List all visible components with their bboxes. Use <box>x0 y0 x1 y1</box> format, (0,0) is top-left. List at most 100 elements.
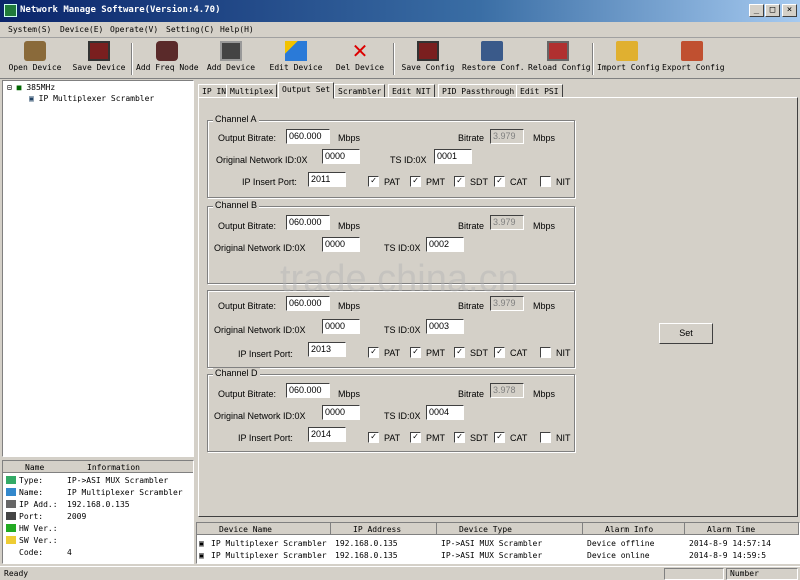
cat-checkbox[interactable]: ✓ <box>494 347 505 358</box>
title-bar: Network Manage Software(Version:4.70) _ … <box>0 0 800 22</box>
ip-insert-port-input[interactable]: 2013 <box>308 342 346 357</box>
original-network-id-input[interactable]: 0000 <box>322 405 360 420</box>
output-bitrate-input[interactable]: 060.000 <box>286 215 330 230</box>
minimize-button[interactable]: _ <box>749 4 764 17</box>
alarm-list: Device Name IP Address Device Type Alarm… <box>196 522 800 564</box>
nit-checkbox[interactable] <box>540 347 551 358</box>
original-network-id-input[interactable]: 0000 <box>322 319 360 334</box>
save-config-button[interactable]: Save Config <box>400 40 456 78</box>
original-network-id-label: Original Network ID:0X <box>214 411 306 421</box>
set-button[interactable]: Set <box>659 323 713 344</box>
mbps-label: Mbps <box>338 301 361 311</box>
cat-checkbox[interactable]: ✓ <box>494 432 505 443</box>
tab-output-set[interactable]: Output Set <box>278 82 335 99</box>
pat-checkbox[interactable]: ✓ <box>368 176 379 187</box>
menu-system[interactable]: System(S) <box>8 25 51 34</box>
bitrate-readout: 3.979 <box>490 215 524 230</box>
ip-insert-port-input[interactable]: 2011 <box>308 172 346 187</box>
ts-id-input[interactable]: 0004 <box>426 405 464 420</box>
pmt-checkbox[interactable]: ✓ <box>410 432 421 443</box>
tab-pid-passthrough[interactable]: PID Passthrough <box>438 84 519 98</box>
ts-id-label: TS ID:0X <box>390 155 427 165</box>
add-device-button[interactable]: Add Device <box>204 40 258 78</box>
col-alarm-info[interactable]: Alarm Info <box>583 523 685 535</box>
tab-multiplex[interactable]: Multiplex <box>226 84 278 98</box>
cat-label: CAT <box>510 177 528 187</box>
sdt-label: SDT <box>470 433 488 443</box>
restore-config-icon <box>481 41 503 61</box>
cat-checkbox[interactable]: ✓ <box>494 176 505 187</box>
device-info-panel: Name Information Type: IP->ASI MUX Scramb… <box>2 460 194 564</box>
save-device-button[interactable]: Save Device <box>72 40 126 78</box>
expand-icon[interactable]: ⊟ <box>7 83 12 92</box>
pmt-checkbox[interactable]: ✓ <box>410 176 421 187</box>
pat-label: PAT <box>384 177 401 187</box>
pmt-checkbox[interactable]: ✓ <box>410 347 421 358</box>
output-bitrate-input[interactable]: 060.000 <box>286 383 330 398</box>
pat-checkbox[interactable]: ✓ <box>368 347 379 358</box>
original-network-id-input[interactable]: 0000 <box>322 237 360 252</box>
channel-a-group: Channel A Output Bitrate: 060.000 Mbps B… <box>207 114 575 198</box>
bitrate-readout: 3.978 <box>490 383 524 398</box>
mbps-label: Mbps <box>533 389 556 399</box>
menu-setting[interactable]: Setting(C) <box>166 25 214 34</box>
mbps-label: Mbps <box>533 301 556 311</box>
ts-id-input[interactable]: 0001 <box>434 149 472 164</box>
export-config-button[interactable]: Export Config <box>662 40 725 78</box>
open-device-button[interactable]: Open Device <box>6 40 64 78</box>
col-alarm-time[interactable]: Alarm Time <box>685 523 799 535</box>
ts-id-input[interactable]: 0003 <box>426 319 464 334</box>
menu-operate[interactable]: Operate(V) <box>110 25 158 34</box>
tree-node-device[interactable]: ▣ IP Multiplexer Scrambler <box>29 94 154 103</box>
restore-config-button[interactable]: Restore Conf. <box>462 40 525 78</box>
menu-help[interactable]: Help(H) <box>220 25 254 34</box>
table-row[interactable]: ▣ IP Multiplexer Scrambler 192.168.0.135… <box>197 549 799 561</box>
tree-node-frequency[interactable]: ⊟ ■ 385MHz <box>7 83 55 92</box>
info-row: IP Add.: 192.168.0.135 <box>3 498 193 510</box>
sdt-checkbox[interactable]: ✓ <box>454 432 465 443</box>
ip-insert-port-label: IP Insert Port: <box>242 177 297 187</box>
col-device-name[interactable]: Device Name <box>197 523 331 535</box>
tab-edit-psi[interactable]: Edit PSI <box>516 84 563 98</box>
delete-icon: ✕ <box>351 39 369 63</box>
original-network-id-label: Original Network ID:0X <box>216 155 308 165</box>
mbps-label: Mbps <box>338 133 361 143</box>
ts-id-input[interactable]: 0002 <box>426 237 464 252</box>
add-device-icon <box>220 41 242 61</box>
output-bitrate-input[interactable]: 060.000 <box>286 129 330 144</box>
tab-edit-nit[interactable]: Edit NIT <box>388 84 435 98</box>
maximize-button[interactable]: □ <box>765 4 780 17</box>
hardware-icon <box>6 524 16 532</box>
app-icon <box>4 4 17 17</box>
sdt-checkbox[interactable]: ✓ <box>454 347 465 358</box>
output-bitrate-label: Output Bitrate: <box>218 389 277 399</box>
output-set-page: Channel A Output Bitrate: 060.000 Mbps B… <box>198 97 798 517</box>
col-device-type[interactable]: Device Type <box>437 523 583 535</box>
info-row: Type: IP->ASI MUX Scrambler <box>3 474 193 486</box>
row-device-icon: ▣ <box>199 551 204 560</box>
nit-checkbox[interactable] <box>540 432 551 443</box>
original-network-id-input[interactable]: 0000 <box>322 149 360 164</box>
nit-checkbox[interactable] <box>540 176 551 187</box>
menu-device[interactable]: Device(E) <box>60 25 103 34</box>
status-number: Number <box>730 569 759 578</box>
tab-scrambler[interactable]: Scrambler <box>334 84 386 98</box>
info-col-information: Information <box>87 463 140 472</box>
col-ip-address[interactable]: IP Address <box>331 523 437 535</box>
table-row[interactable]: ▣ IP Multiplexer Scrambler 192.168.0.135… <box>197 537 799 549</box>
edit-device-button[interactable]: Edit Device <box>268 40 324 78</box>
reload-config-button[interactable]: Reload Config <box>528 40 591 78</box>
output-bitrate-label: Output Bitrate: <box>218 133 277 143</box>
frequency-icon: ■ <box>16 83 22 92</box>
channel-a-title: Channel A <box>213 114 259 124</box>
sdt-checkbox[interactable]: ✓ <box>454 176 465 187</box>
toolbar-separator <box>131 43 133 75</box>
close-button[interactable]: × <box>782 4 797 17</box>
del-device-button[interactable]: ✕ Del Device <box>334 40 386 78</box>
pat-checkbox[interactable]: ✓ <box>368 432 379 443</box>
name-icon <box>6 488 16 496</box>
add-freq-node-button[interactable]: Add Freq Node <box>136 40 199 78</box>
bitrate-label: Bitrate <box>458 221 485 231</box>
ip-insert-port-input[interactable]: 2014 <box>308 427 346 442</box>
import-config-button[interactable]: Import Config <box>597 40 660 78</box>
